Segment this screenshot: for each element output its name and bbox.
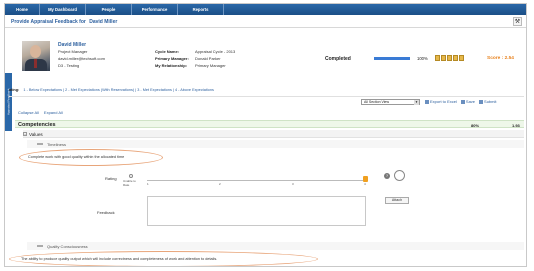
tab-my-dashboard[interactable]: My Dashboard [40,4,86,15]
tab-performance[interactable]: Performance [132,4,178,15]
cycle-name-label: Cycle Name: [155,49,180,54]
page-title-employee: David Miller [89,19,118,25]
quality-header[interactable]: Quality Consciousness [27,242,524,250]
page-title: Provide Appraisal Feedback for David Mil… [11,19,117,25]
divider [9,96,524,97]
excel-icon [425,99,429,104]
top-nav: Home My Dashboard People Performance Rep… [5,4,526,15]
rating-tick: 3 [292,182,294,186]
feedback-textarea[interactable] [147,196,366,226]
unable-to-rate-line: Rate [123,182,130,187]
primary-manager-value: Donald Parker [195,56,221,61]
arrow-icon [37,143,43,145]
values-label: Values [29,131,43,137]
app-window: Home My Dashboard People Performance Rep… [4,3,527,267]
avatar-tie [34,59,37,68]
profile-designation: Project Manager [58,49,88,54]
feedback-label: Feedback [97,210,115,215]
cycle-name: Cycle Name: Appraisal Cycle - 2013 [155,49,235,54]
relationship-label: My Relationship: [155,63,188,68]
submit-button[interactable]: Submit [479,99,496,104]
relationship: My Relationship: Primary Manager [155,63,226,68]
rating-legend-item: 4 - Above Expectations [175,88,214,92]
toolbar-actions: Export to Excel Save Submit [425,99,496,104]
relationship-value: Primary Manager [195,63,226,68]
arrow-icon [37,245,43,247]
document-icon[interactable] [459,55,464,61]
submit-icon [479,99,484,104]
section-view-select[interactable]: All Section View ▾ [361,99,420,105]
avatar-face [30,45,41,58]
wrench-icon[interactable]: ⚒ [513,17,522,26]
collapse-icon[interactable]: - [23,131,27,136]
avatar [22,41,50,71]
help-icon[interactable]: ? [384,173,390,179]
completion-progress-fill [374,57,410,60]
save-label: Save [465,99,476,104]
save-icon [460,99,465,104]
export-excel-label: Export to Excel [430,99,457,104]
rating-legend: ating: 1 - Below Expectations | 2 - Met … [9,88,214,92]
completion-progress-bar [374,57,410,60]
competencies-section[interactable]: Competencies 80% 1.93 [15,120,524,128]
timeliness-header[interactable]: Timeliness [27,140,524,148]
primary-manager-label: Primary Manager: [155,56,189,61]
expand-all-link[interactable]: Expand All [44,110,63,115]
document-icon[interactable] [435,55,440,61]
rating-slider-track[interactable] [147,180,367,181]
profile-name: David Miller [58,42,87,48]
side-tab-appraisal-feedback[interactable]: Appraisal Feedback [5,73,12,131]
rating-slider-handle[interactable] [363,176,368,182]
rating-legend-item: 2 - Met Expectations (With Reservations) [65,88,135,92]
rating-tick: 2 [219,182,221,186]
page-title-text: Provide Appraisal Feedback for [11,19,86,25]
chevron-down-icon[interactable]: ▾ [414,100,419,105]
page-header: Provide Appraisal Feedback for David Mil… [5,15,526,28]
quality-label: Quality Consciousness [47,244,88,249]
rating-legend-label: ating: [9,88,20,92]
profile-department: D3 - Testing [58,63,80,68]
values-section[interactable]: - Values [23,130,524,138]
save-button[interactable]: Save [460,99,476,104]
completed-label: Completed [325,56,351,62]
competencies-label: Competencies [18,121,56,128]
cycle-name-value: Appraisal Cycle - 2013 [195,49,236,54]
document-icon[interactable] [453,55,458,61]
section-view-value: All Section View [364,100,390,104]
document-icon[interactable] [441,55,446,61]
rating-tick: 1 [147,182,149,186]
completion-percent: 100% [417,56,428,61]
profile-email: david.miller@techsoft.com [58,56,105,61]
tab-reports[interactable]: Reports [178,4,224,15]
score-value: Score : 2.54 [487,56,514,61]
status-icons [435,55,464,61]
competencies-score: 1.93 [512,122,520,128]
submit-label: Submit [484,99,497,104]
tab-home[interactable]: Home [5,4,40,15]
unable-to-rate-checkbox[interactable] [129,174,133,178]
primary-manager: Primary Manager: Donald Parker [155,56,221,61]
refresh-icon[interactable] [394,170,405,181]
rating-legend-item: 1 - Below Expectations [23,88,63,92]
quality-description: The ability to produce quality output wh… [21,257,218,261]
rating-label: Rating [105,176,117,181]
rating-tick: 4 [364,182,366,186]
document-icon[interactable] [447,55,452,61]
attach-button[interactable]: Attach [385,197,409,204]
rating-legend-item: 3 - Met Expectations [137,88,172,92]
competencies-percent: 80% [471,122,480,128]
export-excel-button[interactable]: Export to Excel [425,99,457,104]
tab-people[interactable]: People [86,4,132,15]
expand-controls: Collapse All Expand All [18,110,63,115]
unable-to-rate-label: Unable to Rate [123,179,136,187]
timeliness-description: Complete work with good quality within t… [28,155,125,159]
collapse-all-link[interactable]: Collapse All [18,110,39,115]
timeliness-label: Timeliness [47,142,66,147]
